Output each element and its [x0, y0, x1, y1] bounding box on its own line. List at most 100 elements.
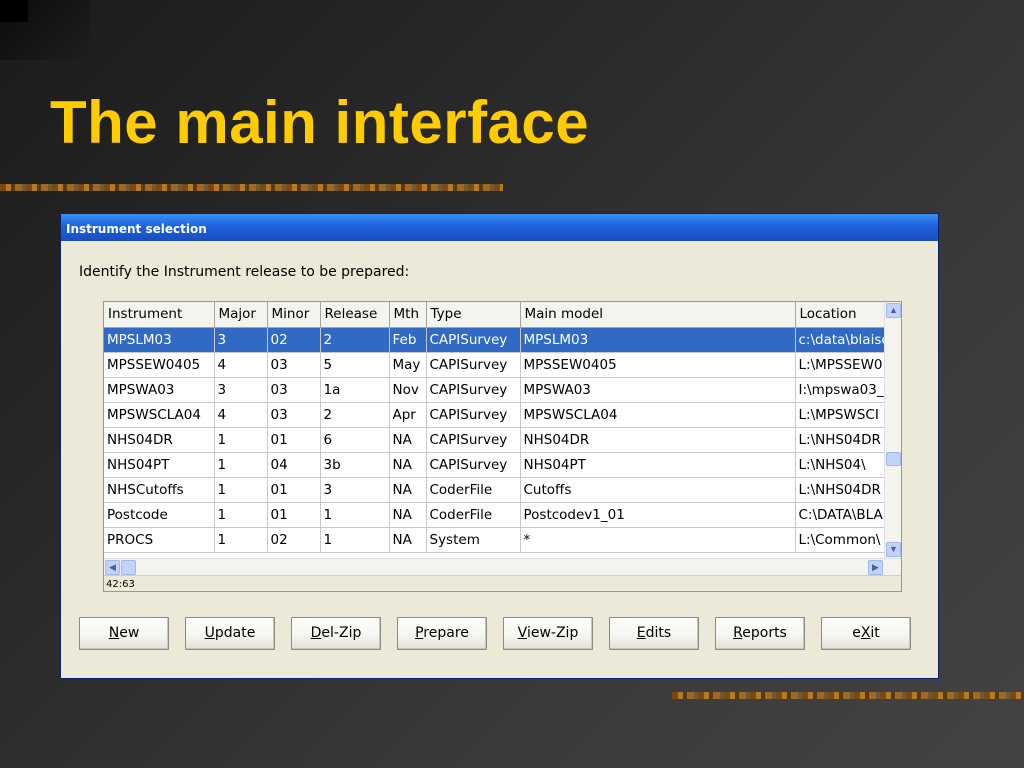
instrument-selection-window: Instrument selection Identify the Instru… [60, 213, 939, 679]
table-cell: L:\MPSWSCI [795, 402, 894, 428]
prompt-label: Identify the Instrument release to be pr… [79, 264, 410, 280]
button-label-rest: eports [742, 625, 787, 641]
table-cell: 03 [267, 377, 321, 403]
status-bar: 42:63 [104, 575, 901, 591]
table-row[interactable]: PROCS 1 02 1 NA System * L:\Common\ [104, 527, 894, 553]
table-cell: 3b [320, 452, 390, 478]
action-button[interactable]: New [79, 617, 169, 650]
column-header[interactable]: Location [795, 302, 894, 328]
table-cell: 02 [267, 327, 321, 353]
chevron-up-icon[interactable]: ▲ [886, 303, 901, 318]
table-cell: CAPISurvey [426, 402, 521, 428]
table-cell: 5 [320, 352, 390, 378]
horizontal-scroll-thumb[interactable] [121, 560, 136, 575]
decorative-bar-top [0, 184, 503, 191]
table-cell: CAPISurvey [426, 377, 521, 403]
table-row[interactable]: NHSCutoffs 1 01 3 NA CoderFile Cutoffs L:\NHS04… [104, 477, 894, 503]
table-cell: NA [389, 427, 427, 453]
table-cell: MPSLM03 [520, 327, 796, 353]
corner-square [0, 0, 28, 22]
column-header[interactable]: Instrument [104, 302, 215, 328]
table-cell: Cutoffs [520, 477, 796, 503]
table-cell: Feb [389, 327, 427, 353]
table-row[interactable]: Postcode 1 01 1 NA CoderFile Postcodev1_01 C:\D… [104, 502, 894, 528]
table-row[interactable]: MPSWSCLA04 4 03 2 Apr CAPISurvey MPSWSCLA04 L:\… [104, 402, 894, 428]
table-cell: MPSSEW0405 [520, 352, 796, 378]
table-cell: CoderFile [426, 477, 521, 503]
table-cell: NA [389, 452, 427, 478]
vertical-scrollbar[interactable]: ▲ ▼ [884, 302, 901, 558]
column-header[interactable]: Minor [267, 302, 321, 328]
table-cell: CoderFile [426, 502, 521, 528]
instrument-grid[interactable]: Instrument Major Minor Release Mth Type Main m… [103, 301, 902, 592]
decorative-bar-bottom [672, 692, 1024, 699]
table-cell: Postcode [104, 502, 215, 528]
column-header[interactable]: Type [426, 302, 521, 328]
button-label-rest: pdate [214, 625, 256, 641]
table-cell: NHSCutoffs [104, 477, 215, 503]
button-label-rest: iew-Zip [526, 625, 579, 641]
table-cell: L:\Common\ [795, 527, 894, 553]
table-cell: L:\NHS04DR [795, 427, 894, 453]
button-accelerator-key: N [108, 625, 120, 641]
table-cell: 2 [320, 327, 390, 353]
table-cell: NA [389, 502, 427, 528]
table-cell: * [520, 527, 796, 553]
action-button[interactable]: Reports [715, 617, 805, 650]
table-cell: 03 [267, 402, 321, 428]
table-cell: MPSWA03 [104, 377, 215, 403]
table-cell: 01 [267, 427, 321, 453]
column-header[interactable]: Major [214, 302, 268, 328]
table-cell: NHS04DR [104, 427, 215, 453]
table-cell: PROCS [104, 527, 215, 553]
table-cell: 03 [267, 352, 321, 378]
button-accelerator-key: R [733, 625, 743, 641]
button-accelerator-key: U [204, 625, 215, 641]
slide-title: The main interface [50, 89, 590, 156]
window-titlebar[interactable]: Instrument selection [61, 214, 938, 241]
table-cell: Postcodev1_01 [520, 502, 796, 528]
table-cell: 3 [320, 477, 390, 503]
table-row[interactable]: MPSSEW0405 4 03 5 May CAPISurvey MPSSEW0405 L:\… [104, 352, 894, 378]
action-button[interactable]: View-Zip [503, 617, 593, 650]
action-button[interactable]: Edits [609, 617, 699, 650]
table-row[interactable]: NHS04DR 1 01 6 NA CAPISurvey NHS04DR L:\NHS04DR [104, 427, 894, 453]
table-cell: MPSWA03 [520, 377, 796, 403]
table-cell: c:\data\blaise [795, 327, 894, 353]
button-accelerator-key: V [517, 625, 527, 641]
table-cell: CAPISurvey [426, 452, 521, 478]
table-cell: Nov [389, 377, 427, 403]
horizontal-scrollbar[interactable]: ◀ ▶ [104, 558, 901, 575]
table-cell: MPSSEW0405 [104, 352, 215, 378]
button-accelerator-key: E [636, 625, 646, 641]
table-row[interactable]: MPSWA03 3 03 1a Nov CAPISurvey MPSWA03 I:\mpswa… [104, 377, 894, 403]
instrument-table: Instrument Major Minor Release Mth Type Main m… [104, 302, 894, 553]
table-cell: System [426, 527, 521, 553]
table-cell: 1 [214, 527, 268, 553]
action-button[interactable]: Prepare [397, 617, 487, 650]
table-cell: MPSWSCLA04 [520, 402, 796, 428]
chevron-right-icon[interactable]: ▶ [868, 560, 883, 575]
button-label-prefix: e [852, 625, 861, 641]
table-cell: NA [389, 477, 427, 503]
column-header[interactable]: Main model [520, 302, 796, 328]
table-row[interactable]: MPSLM03 3 02 2 Feb CAPISurvey MPSLM03 c:\data\b… [104, 327, 894, 353]
vertical-scroll-thumb[interactable] [886, 452, 901, 466]
table-cell: 1 [320, 502, 390, 528]
column-header[interactable]: Mth [389, 302, 427, 328]
action-button[interactable]: Update [185, 617, 275, 650]
button-accelerator-key: X [860, 625, 871, 641]
chevron-left-icon[interactable]: ◀ [105, 560, 120, 575]
table-cell: 1 [320, 527, 390, 553]
chevron-down-icon[interactable]: ▼ [886, 542, 901, 557]
table-cell: NHS04DR [520, 427, 796, 453]
column-header[interactable]: Release [320, 302, 390, 328]
table-cell: 4 [214, 352, 268, 378]
table-cell: MPSWSCLA04 [104, 402, 215, 428]
action-button[interactable]: eXit [821, 617, 911, 650]
table-row[interactable]: NHS04PT 1 04 3b NA CAPISurvey NHS04PT L:\NHS04\ [104, 452, 894, 478]
button-label-rest: ew [119, 625, 140, 641]
table-cell: L:\NHS04DR [795, 477, 894, 503]
action-button[interactable]: Del-Zip [291, 617, 381, 650]
table-cell: 04 [267, 452, 321, 478]
